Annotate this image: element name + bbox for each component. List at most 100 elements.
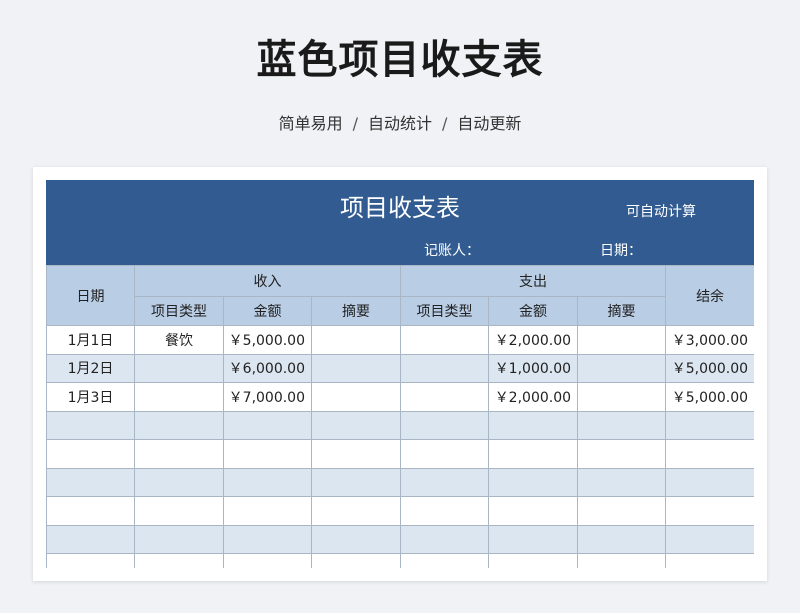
- header-expense-type: 项目类型: [400, 296, 490, 326]
- cell-expense-amount[interactable]: [488, 467, 579, 497]
- cell-date[interactable]: [46, 524, 135, 554]
- subtitle-separator: /: [442, 114, 448, 133]
- cell-expense-type[interactable]: [400, 467, 490, 497]
- cell-expense-memo[interactable]: [577, 410, 667, 440]
- cell-income-type[interactable]: [134, 467, 224, 497]
- cell-balance[interactable]: [665, 524, 754, 554]
- cell-income-amount[interactable]: [223, 496, 312, 526]
- table-row: 1月3日 ￥7,000.00 ￥2,000.00 ￥5,000.00: [46, 382, 754, 412]
- cell-balance[interactable]: ￥3,000.00: [665, 325, 754, 355]
- cell-expense-amount[interactable]: ￥1,000.00: [488, 353, 579, 383]
- cell-balance[interactable]: ￥5,000.00: [665, 353, 754, 383]
- cell-income-type[interactable]: [134, 496, 224, 526]
- cell-income-amount[interactable]: ￥5,000.00: [223, 325, 312, 355]
- cell-date[interactable]: 1月3日: [46, 382, 135, 412]
- cell-date[interactable]: [46, 553, 135, 568]
- header-income-type: 项目类型: [134, 296, 224, 326]
- subtitle-item-easy: 简单易用: [278, 114, 343, 133]
- subtitle-separator: /: [352, 114, 358, 133]
- cell-date[interactable]: [46, 439, 135, 469]
- cell-expense-type[interactable]: [400, 524, 490, 554]
- page-subtitle: 简单易用 / 自动统计 / 自动更新: [0, 112, 800, 136]
- cell-expense-amount[interactable]: ￥2,000.00: [488, 382, 579, 412]
- cell-income-amount[interactable]: [223, 467, 312, 497]
- cell-income-memo[interactable]: [310, 553, 402, 568]
- cell-income-amount[interactable]: [223, 410, 312, 440]
- cell-date[interactable]: [46, 496, 135, 526]
- subtitle-item-auto-update: 自动更新: [457, 114, 522, 133]
- cell-expense-memo[interactable]: [577, 439, 667, 469]
- cell-expense-memo[interactable]: [577, 353, 667, 383]
- cell-income-type[interactable]: [134, 382, 224, 412]
- cell-income-amount[interactable]: [223, 553, 312, 568]
- header-expense-memo: 摘要: [577, 296, 667, 326]
- cell-income-type[interactable]: 餐饮: [134, 325, 224, 355]
- cell-income-amount[interactable]: [223, 439, 312, 469]
- cell-balance[interactable]: [665, 467, 754, 497]
- sheet-banner: 项目收支表 可自动计算 记账人： 日期：: [46, 180, 754, 265]
- header-expense: 支出: [400, 265, 667, 297]
- cell-date[interactable]: 1月2日: [46, 353, 135, 383]
- table-row: [46, 410, 754, 440]
- table-row: [46, 439, 754, 469]
- header-income: 收入: [133, 265, 402, 297]
- header-date: 日期: [46, 265, 135, 326]
- cell-expense-memo[interactable]: [577, 524, 667, 554]
- cell-expense-amount[interactable]: [488, 439, 579, 469]
- cell-expense-type[interactable]: [400, 353, 490, 383]
- cell-income-memo[interactable]: [310, 382, 402, 412]
- cell-expense-memo[interactable]: [577, 382, 667, 412]
- cell-income-amount[interactable]: [223, 524, 312, 554]
- header-expense-amount: 金额: [488, 296, 579, 326]
- cell-expense-amount[interactable]: [488, 496, 579, 526]
- cell-balance[interactable]: [665, 553, 754, 568]
- cell-income-memo[interactable]: [310, 325, 402, 355]
- cell-date[interactable]: [46, 410, 135, 440]
- cell-expense-type[interactable]: [400, 382, 490, 412]
- table-row: [46, 553, 754, 568]
- cell-income-memo[interactable]: [310, 467, 402, 497]
- cell-income-type[interactable]: [134, 353, 224, 383]
- cell-expense-memo[interactable]: [577, 325, 667, 355]
- cell-expense-memo[interactable]: [577, 467, 667, 497]
- cell-income-amount[interactable]: ￥7,000.00: [223, 382, 312, 412]
- cell-income-memo[interactable]: [310, 439, 402, 469]
- cell-income-memo[interactable]: [310, 524, 402, 554]
- cell-expense-amount[interactable]: [488, 553, 579, 568]
- cell-expense-amount[interactable]: [488, 410, 579, 440]
- cell-expense-type[interactable]: [400, 553, 490, 568]
- cell-balance[interactable]: [665, 439, 754, 469]
- cell-expense-type[interactable]: [400, 496, 490, 526]
- cell-income-memo[interactable]: [310, 496, 402, 526]
- date-label: 日期：: [600, 243, 642, 259]
- cell-income-amount[interactable]: ￥6,000.00: [223, 353, 312, 383]
- cell-income-memo[interactable]: [310, 353, 402, 383]
- cell-expense-amount[interactable]: [488, 524, 579, 554]
- cell-expense-memo[interactable]: [577, 496, 667, 526]
- cell-expense-type[interactable]: [400, 325, 490, 355]
- cell-balance[interactable]: [665, 410, 754, 440]
- page-title: 蓝色项目收支表: [256, 37, 544, 83]
- header-balance: 结余: [665, 265, 754, 326]
- cell-income-type[interactable]: [134, 410, 224, 440]
- cell-balance[interactable]: ￥5,000.00: [665, 382, 754, 412]
- table-row: [46, 524, 754, 554]
- header-income-memo: 摘要: [310, 296, 402, 326]
- cell-expense-memo[interactable]: [577, 553, 667, 568]
- table-row: 1月1日 餐饮 ￥5,000.00 ￥2,000.00 ￥3,000.00: [46, 325, 754, 355]
- spreadsheet: 项目收支表 可自动计算 记账人： 日期： 日期 收入 支出 结余 项目类型 金额…: [46, 180, 754, 568]
- cell-expense-amount[interactable]: ￥2,000.00: [488, 325, 579, 355]
- cell-income-type[interactable]: [134, 553, 224, 568]
- cell-income-memo[interactable]: [310, 410, 402, 440]
- cell-income-type[interactable]: [134, 439, 224, 469]
- cell-date[interactable]: [46, 467, 135, 497]
- cell-expense-type[interactable]: [400, 439, 490, 469]
- cell-balance[interactable]: [665, 496, 754, 526]
- cell-expense-type[interactable]: [400, 410, 490, 440]
- cell-income-type[interactable]: [134, 524, 224, 554]
- ledger-table: 日期 收入 支出 结余 项目类型 金额 摘要 项目类型 金额 摘要 1月1日 餐饮…: [46, 265, 754, 568]
- table-row: [46, 496, 754, 526]
- subtitle-item-auto-stats: 自动统计: [367, 114, 432, 133]
- cell-date[interactable]: 1月1日: [46, 325, 135, 355]
- header-income-amount: 金额: [223, 296, 312, 326]
